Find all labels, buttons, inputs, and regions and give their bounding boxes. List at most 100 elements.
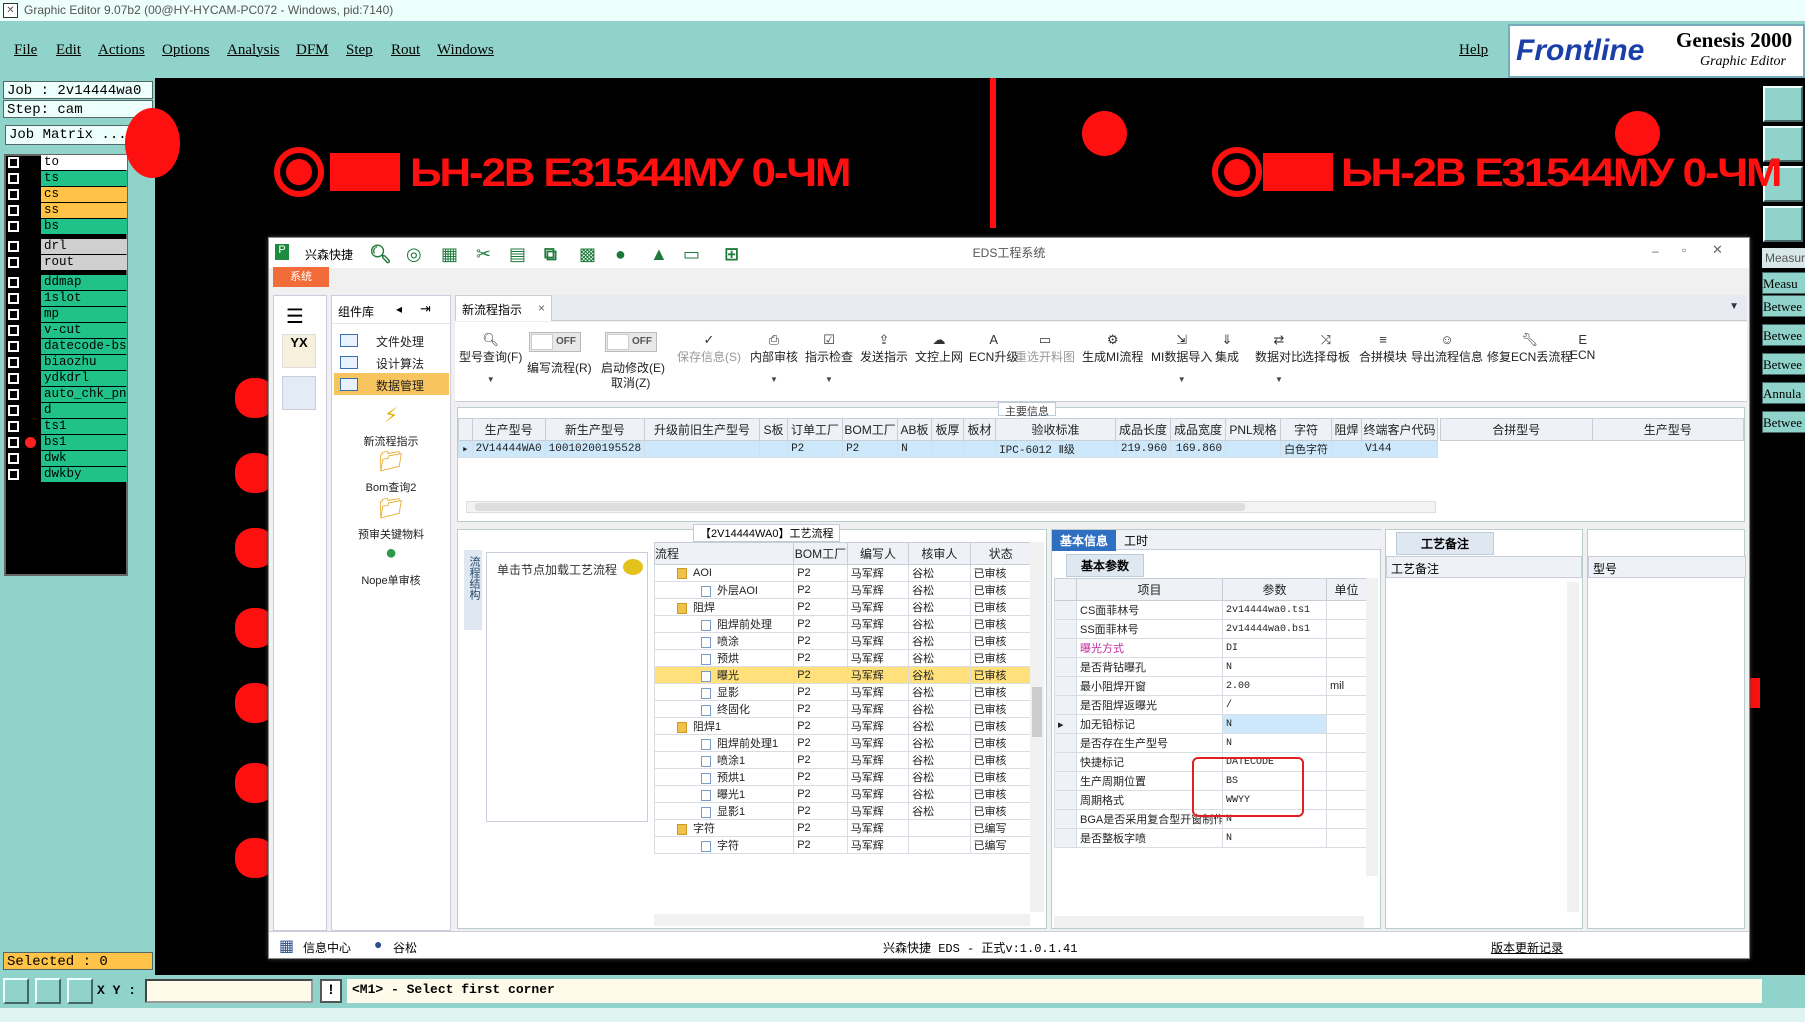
toolbar-button[interactable]: A ECN升级 [969, 332, 1018, 365]
layer-checkbox[interactable] [8, 389, 19, 400]
table-row[interactable]: 曝光 P2 马军辉 谷松 已审核 [654, 666, 1033, 684]
pre-review-materials-item[interactable]: 📁︎ 预审关键物料 [332, 496, 450, 542]
query-model-button[interactable]: 🔍︎ 型号查询(F) ▼ [459, 332, 522, 384]
table-row[interactable]: 预烘1 P2 马军辉 谷松 已审核 [654, 768, 1033, 786]
toolbar-button[interactable]: ⇲ MI数据导入 ▼ [1151, 332, 1212, 384]
layer-row[interactable]: biaozhu [5, 355, 127, 371]
table-cell[interactable]: 169.860 [1170, 440, 1227, 458]
system-tab[interactable]: 系统 [273, 267, 329, 287]
layer-name[interactable]: ts1 [41, 419, 127, 434]
menu-windows[interactable]: Windows [437, 42, 494, 59]
calculator-module-icon[interactable] [282, 376, 316, 410]
toolbar-button[interactable]: ⇄ 数据对比 ▼ [1255, 332, 1303, 384]
layer-row[interactable]: dwkby [5, 467, 127, 483]
sidebar-item-file-processing[interactable]: 文件处理 [334, 329, 449, 351]
layer-row[interactable]: ydkdrl [5, 371, 127, 387]
layer-name[interactable]: cs [41, 187, 127, 202]
vertical-scrollbar[interactable] [1567, 582, 1579, 912]
right-tool-button[interactable] [1763, 86, 1803, 122]
menu-step[interactable]: Step [346, 42, 373, 59]
toolbar-button[interactable]: ⎙ 内部审核 ▼ [750, 332, 798, 384]
table-cell[interactable]: 2V14444WA0 [471, 440, 546, 458]
layer-name[interactable]: v-cut [41, 323, 127, 338]
param-row[interactable]: 最小阻焊开窗 2.00 mil [1054, 676, 1366, 696]
grid-tool-button[interactable] [67, 978, 93, 1004]
layer-row[interactable]: ss [5, 203, 127, 219]
new-flow-instruction-item[interactable]: ⚡ 新流程指示 [332, 403, 450, 449]
column-header[interactable]: 单位 [1326, 578, 1366, 601]
column-header[interactable]: 验收标准 [995, 418, 1117, 441]
table-cell[interactable]: IPC-6012 Ⅱ级 [995, 440, 1117, 458]
layer-row[interactable]: rout [5, 255, 127, 271]
horizontal-scrollbar[interactable] [466, 501, 1436, 513]
horizontal-scrollbar[interactable] [1054, 916, 1364, 928]
layer-name[interactable]: d [41, 403, 127, 418]
chat-bubble-icon[interactable] [623, 559, 643, 575]
param-value[interactable]: / [1222, 695, 1327, 715]
tab-work-hours[interactable]: 工时 [1116, 530, 1156, 551]
toolbar-button[interactable]: ≡ 合拼模块 [1359, 332, 1407, 365]
layer-row[interactable]: datecode-bs [5, 339, 127, 355]
table-row[interactable]: 阻焊 P2 马军辉 谷松 已审核 [654, 598, 1033, 616]
measure-item[interactable]: Betwee [1762, 324, 1805, 346]
layer-name[interactable]: datecode-bs [41, 339, 127, 354]
layer-name[interactable]: ts [41, 171, 127, 186]
vertical-scrollbar[interactable] [1366, 578, 1378, 876]
table-cell[interactable] [759, 440, 789, 458]
table-cell[interactable] [1331, 440, 1363, 458]
table-row[interactable]: 显影1 P2 马军辉 谷松 已审核 [654, 802, 1033, 820]
table-cell[interactable] [963, 440, 997, 458]
layer-row[interactable]: 1slot [5, 291, 127, 307]
column-header[interactable]: 核审人 [908, 542, 971, 565]
param-value[interactable]: DI [1222, 638, 1327, 658]
menu-analysis[interactable]: Analysis [227, 42, 280, 59]
toolbar-button[interactable]: ☺ 导出流程信息 [1411, 332, 1483, 365]
table-cell[interactable]: 219.960 [1115, 440, 1172, 458]
close-tab-icon[interactable]: × [538, 301, 545, 315]
column-header[interactable]: 订单工厂 [787, 418, 844, 441]
layer-row[interactable]: d [5, 403, 127, 419]
table-cell[interactable] [1225, 440, 1282, 458]
layer-name[interactable]: ddmap [41, 275, 127, 290]
table-row[interactable]: AOI P2 马军辉 谷松 已审核 [654, 564, 1033, 582]
table-cell[interactable]: P2 [842, 440, 899, 458]
column-header[interactable]: 新生产型号 [544, 418, 646, 441]
column-header[interactable]: 板材 [963, 418, 997, 441]
layer-row[interactable]: ts1 [5, 419, 127, 435]
layer-checkbox[interactable] [8, 157, 19, 168]
layer-name[interactable]: mp [41, 307, 127, 322]
table-row[interactable]: 终固化 P2 马军辉 谷松 已审核 [654, 700, 1033, 718]
vertical-scrollbar[interactable] [1030, 542, 1044, 912]
tab-dropdown-icon[interactable]: ▼ [1729, 301, 1739, 312]
param-row[interactable]: 是否阻焊返曝光 / [1054, 695, 1366, 715]
column-header[interactable]: 终端客户代码 [1361, 418, 1438, 441]
layer-list[interactable]: to ts cs ss bs drl rout ddmap 1slot mp v-cut dateco… [5, 155, 127, 483]
nope-review-item[interactable]: ● Nope单审核 [332, 542, 450, 588]
signin-icon[interactable]: ⇥ [420, 301, 431, 317]
layer-name[interactable]: drl [41, 239, 127, 254]
table-row[interactable]: 预烘 P2 马军辉 谷松 已审核 [654, 649, 1033, 667]
param-value[interactable]: N [1222, 828, 1327, 848]
toolbar-button[interactable]: ⇓ 集成 [1215, 332, 1239, 365]
layer-name[interactable]: auto_chk_pn [41, 387, 127, 402]
layer-checkbox[interactable] [8, 357, 19, 368]
column-header[interactable]: 成品宽度 [1170, 418, 1227, 441]
layer-checkbox[interactable] [8, 325, 19, 336]
measure-item[interactable]: Annula [1762, 382, 1805, 404]
column-header[interactable]: 成品长度 [1115, 418, 1172, 441]
menu-dfm[interactable]: DFM [296, 42, 329, 59]
toolbar-button[interactable]: ⚙ 生成MI流程 [1082, 332, 1143, 365]
table-row[interactable]: 阻焊1 P2 马军辉 谷松 已审核 [654, 717, 1033, 735]
table-row[interactable]: 曝光1 P2 马军辉 谷松 已审核 [654, 785, 1033, 803]
minimize-button[interactable]: – [1652, 244, 1659, 258]
menu-edit[interactable]: Edit [56, 42, 81, 59]
toolbar-button[interactable]: ✓ 保存信息(S) [677, 332, 741, 365]
layer-name[interactable]: rout [41, 255, 127, 270]
sidebar-item-design-algorithm[interactable]: 设计算法 [334, 351, 449, 373]
write-flow-toggle[interactable]: OFF [529, 332, 581, 352]
layer-checkbox[interactable] [8, 437, 19, 448]
layer-checkbox[interactable] [8, 205, 19, 216]
menu-file[interactable]: File [14, 42, 37, 59]
layer-name[interactable]: dwk [41, 451, 127, 466]
param-row[interactable]: ▸ 加无铅标记 N [1054, 714, 1366, 734]
